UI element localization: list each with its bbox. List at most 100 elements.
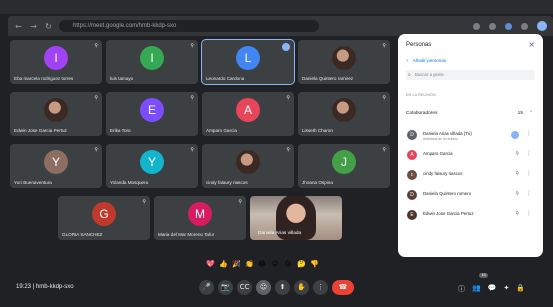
reaction-thumbs-down-icon[interactable]: 👎	[310, 260, 319, 268]
reaction-surprised-icon[interactable]: 😮	[271, 260, 279, 268]
participant-tile[interactable]: cindy falaury riascos ⚲	[202, 144, 294, 188]
search-icon: ⌕	[408, 72, 411, 78]
forward-icon[interactable]: →	[29, 22, 38, 31]
participant-name: Yolanda Mosquera	[110, 180, 149, 185]
participant-tile[interactable]: I Eba marcela rodriguez torres ⚲	[10, 40, 102, 84]
participant-tile[interactable]: E Erika Toro ⚲	[106, 92, 198, 136]
captions-button[interactable]: CC	[237, 280, 252, 295]
avatar	[44, 98, 68, 123]
reaction-thinking-icon[interactable]: 🤔	[297, 260, 306, 268]
profile-avatar-icon[interactable]	[537, 21, 547, 31]
close-icon[interactable]: ×	[528, 40, 535, 49]
extension-icon[interactable]	[505, 22, 512, 30]
list-item[interactable]: D Daniela Quintero romero ⚲ ⋮	[406, 186, 535, 206]
more-options-icon[interactable]: ⋮	[526, 170, 532, 177]
participant-name: GLORIA SANCHEZ	[62, 232, 103, 237]
participant-tile[interactable]: A Amparo Garcia ⚲	[202, 92, 294, 136]
browser-toolbar: ← → ↻ https://meet.google.com/hmb-kkdp-s…	[8, 16, 553, 36]
camera-video-tile[interactable]: Daniela Arias villada	[250, 196, 342, 240]
chat-button[interactable]: 💬	[488, 284, 497, 294]
list-item-name: Daniela Quintero romero	[423, 191, 472, 196]
info-button[interactable]: ⓘ	[458, 284, 465, 294]
avatar: M	[188, 202, 212, 227]
collaborators-count: 15	[517, 111, 523, 116]
participant-tile[interactable]: J Jhoana Ospina ⚲	[298, 144, 390, 188]
muted-mic-icon: ⚲	[382, 95, 386, 101]
muted-mic-icon[interactable]: ⚲	[515, 211, 519, 217]
avatar: D	[407, 130, 417, 140]
reaction-party-icon[interactable]: 🎉	[232, 260, 241, 268]
list-item-role: Anfitriona de la reunión	[423, 137, 458, 141]
reaction-laugh-icon[interactable]: 😂	[258, 260, 266, 268]
reaction-heart-icon[interactable]: 💖	[206, 260, 215, 268]
participant-name: Edwin Jose Garcia Pertuz	[14, 128, 67, 133]
muted-mic-icon: ⚲	[190, 43, 194, 49]
muted-mic-icon[interactable]: ⚲	[515, 151, 519, 157]
participant-tile[interactable]: Edwin Jose Garcia Pertuz ⚲	[10, 92, 102, 136]
camera-button[interactable]: 📷	[218, 280, 233, 295]
muted-mic-icon: ⚲	[286, 95, 290, 101]
extension-icon[interactable]	[489, 22, 496, 30]
participant-name: Leonardo Cardona	[206, 76, 245, 81]
muted-mic-icon: ⚲	[382, 43, 386, 49]
people-search-input[interactable]: ⌕ Buscar a gente	[406, 70, 535, 80]
participant-tile[interactable]: M Maria del Mar Moreno Tafur ⚲	[154, 196, 246, 240]
list-item[interactable]: A Amparo Garcia ⚲ ⋮	[406, 146, 535, 166]
participant-name: Amparo Garcia	[206, 128, 237, 133]
participant-tile[interactable]: G GLORIA SANCHEZ ⚲	[58, 196, 150, 240]
chevron-up-icon[interactable]: ⌃	[529, 108, 533, 120]
avatar: L	[236, 46, 260, 71]
raise-hand-button[interactable]: ✋	[294, 280, 309, 295]
more-options-icon[interactable]: ⋮	[526, 130, 532, 137]
muted-mic-icon[interactable]: ⚲	[515, 171, 519, 177]
reaction-sad-icon[interactable]: 😢	[284, 260, 292, 268]
participant-name: Erika Toro	[110, 128, 131, 133]
more-options-button[interactable]: ⋮	[313, 280, 328, 295]
activities-button[interactable]: ✦	[503, 284, 509, 294]
address-bar[interactable]: https://meet.google.com/hmb-kkdp-sxo	[59, 20, 319, 32]
meeting-code: hmb-kkdp-sxo	[35, 284, 74, 290]
main-controls: 🎤 📷 CC ☺ ⬆ ✋ ⋮ ☎	[199, 280, 354, 295]
muted-mic-icon: ⚲	[238, 199, 242, 205]
participant-name: Daniela Quintero ramirez	[302, 76, 354, 81]
avatar	[332, 98, 356, 123]
panel-title: Personas	[406, 42, 432, 48]
present-button[interactable]: ⬆	[275, 280, 290, 295]
list-item[interactable]: E Edwin Jose Garcia Pertuz ⚲ ⋮	[406, 206, 535, 226]
collaborators-row[interactable]: Colaboradores 15 ⌃	[406, 108, 535, 120]
participant-name: Yuri Buenaventura	[14, 180, 52, 185]
participant-tile[interactable]: I luis tamayo ⚲	[106, 40, 198, 84]
list-item-name: cindy faisury riascos	[423, 171, 463, 176]
muted-mic-icon[interactable]: ⚲	[515, 191, 519, 197]
end-call-button[interactable]: ☎	[332, 280, 354, 295]
add-people-button[interactable]: + Añadir personas	[406, 58, 446, 63]
list-item[interactable]: c cindy faisury riascos ⚲ ⋮	[406, 166, 535, 186]
avatar: G	[92, 202, 116, 227]
participant-tile[interactable]: Daniela Quintero ramirez ⚲	[298, 40, 390, 84]
in-meeting-label: EN LA REUNIÓN	[406, 93, 436, 97]
more-options-icon[interactable]: ⋮	[526, 150, 532, 157]
muted-mic-icon: ⚲	[190, 95, 194, 101]
more-options-icon[interactable]: ⋮	[526, 210, 532, 217]
people-button[interactable]: 👥	[472, 284, 481, 294]
reaction-thumbs-up-icon[interactable]: 👍	[219, 260, 228, 268]
participant-tile[interactable]: Y Yuri Buenaventura ⚲	[10, 144, 102, 188]
participant-tile[interactable]: Lisseth Charon ⚲	[298, 92, 390, 136]
participant-tile-active[interactable]: L Leonardo Cardona	[201, 39, 295, 85]
emoji-button[interactable]: ☺	[256, 280, 271, 295]
mic-button[interactable]: 🎤	[199, 280, 214, 295]
avatar: Y	[44, 150, 68, 175]
participant-tile[interactable]: Y Yolanda Mosquera ⚲	[106, 144, 198, 188]
speaking-indicator-icon	[282, 43, 290, 51]
back-icon[interactable]: ←	[14, 22, 23, 31]
extension-icon[interactable]	[473, 22, 480, 30]
more-options-icon[interactable]: ⋮	[526, 190, 532, 197]
extension-icon[interactable]	[521, 22, 528, 30]
list-item[interactable]: D Daniela Arias villada (Tú) Anfitriona …	[406, 126, 535, 146]
reaction-clap-icon[interactable]: 👏	[245, 260, 254, 268]
avatar: E	[140, 98, 164, 123]
reload-icon[interactable]: ↻	[44, 22, 53, 31]
participant-name: Lisseth Charon	[302, 128, 333, 133]
host-controls-button[interactable]: 🔒	[516, 284, 525, 294]
meeting-time: 19:23	[16, 284, 32, 290]
